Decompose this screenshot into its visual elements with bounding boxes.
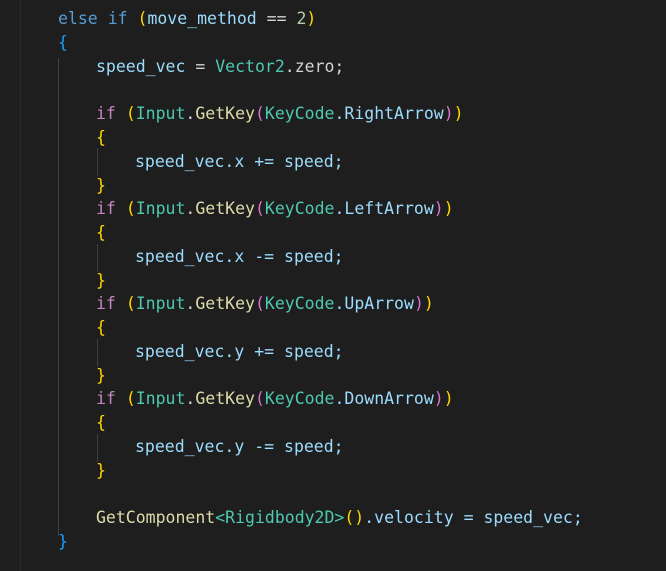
type-keycode: KeyCode — [264, 294, 335, 313]
variable-speed-vec: speed_vec — [96, 57, 186, 76]
member-velocity: .velocity = speed_vec; — [364, 508, 583, 527]
bracket: ) — [443, 199, 454, 218]
bracket: ) — [423, 294, 434, 313]
code-line-speed-x-minus[interactable]: speed_vec.x -= speed; — [135, 245, 344, 269]
indent-guide — [97, 244, 98, 272]
code-line-close-brace[interactable]: } — [96, 364, 106, 388]
code-line-open-brace[interactable]: { — [58, 31, 68, 55]
number-literal: 2 — [296, 9, 307, 28]
code-line-set-velocity[interactable]: GetComponent<Rigidbody2D>().velocity = s… — [96, 506, 583, 530]
enum-member: .UpArrow — [334, 294, 414, 313]
variable-move-method: move_method — [147, 9, 257, 28]
code-line-speed-y-plus[interactable]: speed_vec.y += speed; — [135, 340, 344, 364]
method-getkey: GetKey — [195, 104, 255, 123]
bracket: () — [344, 508, 365, 527]
indent-guide — [58, 58, 59, 536]
code-line-close-brace[interactable]: } — [58, 530, 68, 554]
code-line-if-down-arrow[interactable]: if (Input.GetKey(KeyCode.DownArrow)) — [96, 387, 454, 411]
bracket: ) — [443, 104, 454, 123]
method-getkey: GetKey — [195, 389, 255, 408]
bracket: ) — [433, 199, 444, 218]
keyword-if: if — [96, 294, 116, 313]
indent-guide — [97, 148, 98, 176]
code-line-speed-vec-zero[interactable]: speed_vec = Vector2.zero; — [96, 55, 344, 79]
operator: == — [256, 9, 297, 28]
operator: = — [185, 57, 216, 76]
enum-member: .DownArrow — [334, 389, 434, 408]
bracket: ( — [254, 199, 265, 218]
code-line-open-brace[interactable]: { — [96, 411, 106, 435]
keyword-else: else — [58, 9, 98, 28]
type-input: Input — [135, 294, 186, 313]
type-input: Input — [135, 104, 186, 123]
code-line-speed-y-minus[interactable]: speed_vec.y -= speed; — [135, 435, 344, 459]
code-line-close-brace[interactable]: } — [96, 269, 106, 293]
bracket: ( — [254, 389, 265, 408]
code-line-speed-x-plus[interactable]: speed_vec.x += speed; — [135, 150, 344, 174]
method-getkey: GetKey — [195, 294, 255, 313]
indent-guide — [97, 434, 98, 462]
type-input: Input — [135, 199, 186, 218]
bracket: ( — [137, 9, 148, 28]
bracket: ) — [433, 389, 444, 408]
type-input: Input — [135, 389, 186, 408]
code-line-else-if[interactable]: else if (move_method == 2) — [58, 7, 316, 31]
dot: . — [185, 389, 196, 408]
bracket: ) — [306, 9, 317, 28]
keyword-if: if — [96, 199, 116, 218]
bracket: ) — [413, 294, 424, 313]
dot: . — [185, 104, 196, 123]
code-line-if-right-arrow[interactable]: if (Input.GetKey(KeyCode.RightArrow)) — [96, 102, 464, 126]
method-getkey: GetKey — [195, 199, 255, 218]
indent-guide — [97, 339, 98, 367]
code-line-open-brace[interactable]: { — [96, 221, 106, 245]
code-editor[interactable]: else if (move_method == 2) { speed_vec =… — [0, 0, 666, 571]
type-keycode: KeyCode — [264, 104, 335, 123]
code-line-if-left-arrow[interactable]: if (Input.GetKey(KeyCode.LeftArrow)) — [96, 197, 454, 221]
editor-gutter — [0, 0, 21, 571]
bracket: ( — [254, 294, 265, 313]
bracket: ( — [254, 104, 265, 123]
bracket: ( — [125, 104, 136, 123]
method-getcomponent: GetComponent — [96, 508, 216, 527]
bracket: ( — [125, 199, 136, 218]
bracket: ( — [125, 294, 136, 313]
keyword-if: if — [107, 9, 128, 28]
bracket: ( — [125, 389, 136, 408]
type-vector2: Vector2 — [215, 57, 285, 76]
bracket: ) — [443, 389, 454, 408]
keyword-if: if — [96, 104, 116, 123]
code-line-close-brace[interactable]: } — [96, 174, 106, 198]
type-keycode: KeyCode — [264, 199, 335, 218]
code-line-close-brace[interactable]: } — [96, 459, 106, 483]
type-keycode: KeyCode — [264, 389, 335, 408]
enum-member: .LeftArrow — [334, 199, 434, 218]
dot: . — [185, 294, 196, 313]
member-access: .zero; — [284, 57, 345, 76]
code-line-open-brace[interactable]: { — [96, 126, 106, 150]
enum-member: .RightArrow — [334, 104, 444, 123]
bracket: ) — [453, 104, 464, 123]
code-line-if-up-arrow[interactable]: if (Input.GetKey(KeyCode.UpArrow)) — [96, 292, 434, 316]
keyword-if: if — [96, 389, 116, 408]
type-rigidbody2d: <Rigidbody2D> — [215, 508, 345, 527]
code-line-open-brace[interactable]: { — [96, 316, 106, 340]
dot: . — [185, 199, 196, 218]
